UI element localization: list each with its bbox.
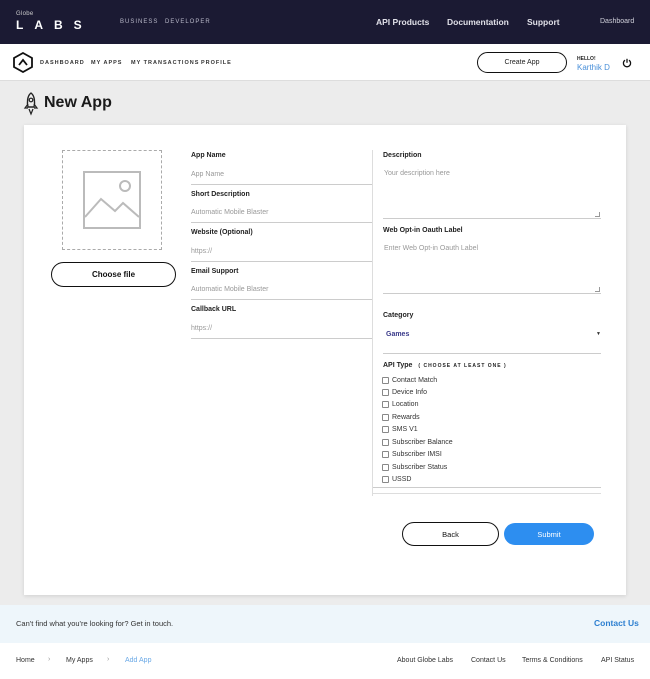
api-type-divider <box>373 493 601 494</box>
checkbox[interactable] <box>382 476 389 483</box>
hexagon-logo-icon[interactable] <box>13 52 33 73</box>
checkbox[interactable] <box>382 414 389 421</box>
checkbox[interactable] <box>382 464 389 471</box>
oauth-placeholder: Enter Web Opt-in Oauth Label <box>384 245 479 252</box>
callback-url-label: Callback URL <box>191 306 237 313</box>
api-option-rewards[interactable]: Rewards <box>382 414 420 421</box>
contact-text: Can't find what you're looking for? Get … <box>16 619 174 628</box>
chevron-down-icon[interactable]: ▼ <box>596 331 601 337</box>
rocket-icon <box>23 92 39 116</box>
short-description-input[interactable]: Automatic Mobile Blaster <box>191 209 372 223</box>
page-title: New App <box>44 94 112 111</box>
topnav-developer[interactable]: DEVELOPER <box>165 19 211 25</box>
website-label: Website (Optional) <box>191 229 253 236</box>
footer-contact-link[interactable]: Contact Us <box>471 657 506 664</box>
app-name-input[interactable]: App Name <box>191 171 372 185</box>
topnav-documentation[interactable]: Documentation <box>447 17 509 27</box>
api-option-ussd[interactable]: USSD <box>382 476 411 483</box>
api-option-label: Location <box>392 401 419 408</box>
subnav-profile[interactable]: PROFILE <box>201 60 232 66</box>
topnav-support[interactable]: Support <box>527 17 560 27</box>
column-divider <box>372 150 373 496</box>
api-type-hint-text: CHOOSE AT LEAST ONE <box>423 363 502 369</box>
app-name-label: App Name <box>191 152 226 159</box>
globe-labs-logo[interactable]: Globe LABS <box>16 11 93 32</box>
contact-banner: Can't find what you're looking for? Get … <box>0 605 650 643</box>
topnav-business[interactable]: BUSINESS <box>120 19 158 25</box>
choose-file-button[interactable]: Choose file <box>51 262 176 287</box>
breadcrumb-my-apps[interactable]: My Apps <box>66 657 93 664</box>
resize-handle-icon[interactable] <box>595 287 600 292</box>
subnav-dashboard[interactable]: DASHBOARD <box>40 60 85 66</box>
logo-small-text: Globe <box>16 11 34 17</box>
checkbox[interactable] <box>382 451 389 458</box>
category-underline <box>383 353 601 354</box>
api-option-subscriber-status[interactable]: Subscriber Status <box>382 464 447 471</box>
create-app-button[interactable]: Create App <box>477 52 567 73</box>
api-type-underline <box>373 487 601 488</box>
description-placeholder: Your description here <box>384 170 450 177</box>
checkbox[interactable] <box>382 439 389 446</box>
breadcrumb-add-app: Add App <box>125 657 152 664</box>
api-option-label: Rewards <box>392 414 420 421</box>
topnav-api-products[interactable]: API Products <box>376 17 429 27</box>
category-select[interactable]: Games <box>386 331 409 338</box>
topnav-dashboard[interactable]: Dashboard <box>600 18 634 25</box>
api-type-label: API Type ( CHOOSE AT LEAST ONE ) <box>383 362 507 369</box>
breadcrumb-home[interactable]: Home <box>16 657 35 664</box>
api-option-label: Subscriber IMSI <box>392 451 442 458</box>
username-link[interactable]: Karthik D <box>577 63 610 72</box>
oauth-label: Web Opt-in Oauth Label <box>383 227 463 234</box>
api-option-label: Contact Match <box>392 377 438 384</box>
footer-api-status-link[interactable]: API Status <box>601 657 634 664</box>
api-type-hint: ( CHOOSE AT LEAST ONE ) <box>418 363 507 369</box>
category-label: Category <box>383 312 414 319</box>
callback-url-input[interactable]: https:// <box>191 325 372 339</box>
api-type-title: API Type <box>383 362 413 369</box>
logo-big-text: LABS <box>16 18 93 32</box>
subnav-my-transactions[interactable]: MY TRANSACTIONS <box>131 60 199 66</box>
footer-about-link[interactable]: About Globe Labs <box>397 657 453 664</box>
resize-handle-icon[interactable] <box>595 212 600 217</box>
email-support-label: Email Support <box>191 268 239 275</box>
power-icon[interactable] <box>622 58 632 68</box>
back-button[interactable]: Back <box>402 522 499 546</box>
breadcrumb-separator-icon: › <box>107 656 110 663</box>
oauth-textarea[interactable]: Enter Web Opt-in Oauth Label <box>383 244 601 294</box>
api-option-label: USSD <box>392 476 412 483</box>
contact-us-link[interactable]: Contact Us <box>594 618 639 628</box>
short-description-label: Short Description <box>191 191 250 198</box>
api-option-subscriber-balance[interactable]: Subscriber Balance <box>382 439 453 446</box>
top-bar: Globe LABS BUSINESS DEVELOPER API Produc… <box>0 0 650 44</box>
api-option-location[interactable]: Location <box>382 401 418 408</box>
image-placeholder-icon <box>83 171 141 229</box>
checkbox[interactable] <box>382 389 389 396</box>
api-option-subscriber-imsi[interactable]: Subscriber IMSI <box>382 451 442 458</box>
footer: Home › My Apps › Add App About Globe Lab… <box>0 643 650 679</box>
checkbox[interactable] <box>382 426 389 433</box>
api-option-label: Subscriber Status <box>392 464 448 471</box>
app-icon-dropzone[interactable] <box>62 150 162 250</box>
website-input[interactable]: https:// <box>191 248 372 262</box>
description-textarea[interactable]: Your description here <box>383 169 601 219</box>
api-option-contact-match[interactable]: Contact Match <box>382 377 437 384</box>
submit-button[interactable]: Submit <box>504 523 594 545</box>
checkbox[interactable] <box>382 401 389 408</box>
description-label: Description <box>383 152 422 159</box>
api-option-sms-v1[interactable]: SMS V1 <box>382 426 418 433</box>
checkbox[interactable] <box>382 377 389 384</box>
api-option-label: SMS V1 <box>392 426 418 433</box>
breadcrumb-separator-icon: › <box>48 656 51 663</box>
api-option-label: Subscriber Balance <box>392 439 453 446</box>
email-support-input[interactable]: Automatic Mobile Blaster <box>191 286 372 300</box>
subnav-my-apps[interactable]: MY APPS <box>91 60 122 66</box>
api-option-label: Device Info <box>392 389 428 396</box>
footer-terms-link[interactable]: Terms & Conditions <box>522 657 583 664</box>
secondary-nav: DASHBOARD MY APPS MY TRANSACTIONS PROFIL… <box>0 44 650 81</box>
hello-label: HELLO! <box>577 56 596 62</box>
api-option-device-info[interactable]: Device Info <box>382 389 427 396</box>
